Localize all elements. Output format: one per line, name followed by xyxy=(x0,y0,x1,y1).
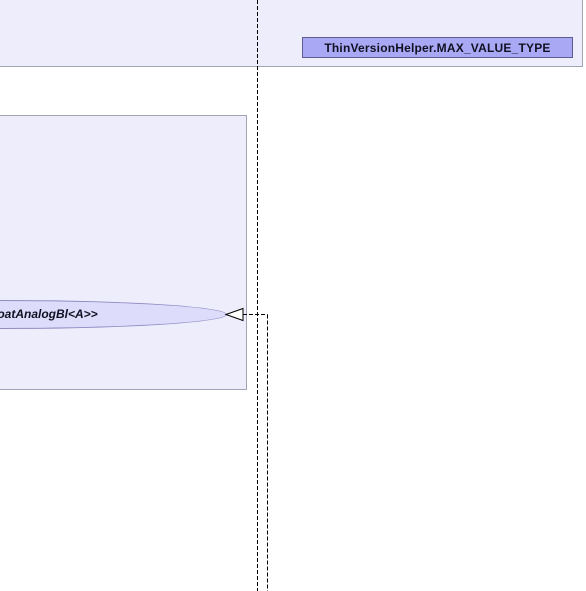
outer-frame: ThinVersionHelper.MAX_VALUE_TYPE xyxy=(0,0,583,67)
ellipse-label: loatAnalogBl<A>> xyxy=(0,307,98,321)
generic-type-ellipse[interactable]: loatAnalogBl<A>> xyxy=(0,300,232,331)
package-box xyxy=(0,115,247,390)
class-label-max-value-type[interactable]: ThinVersionHelper.MAX_VALUE_TYPE xyxy=(302,37,573,58)
class-label-text: ThinVersionHelper.MAX_VALUE_TYPE xyxy=(324,40,551,55)
